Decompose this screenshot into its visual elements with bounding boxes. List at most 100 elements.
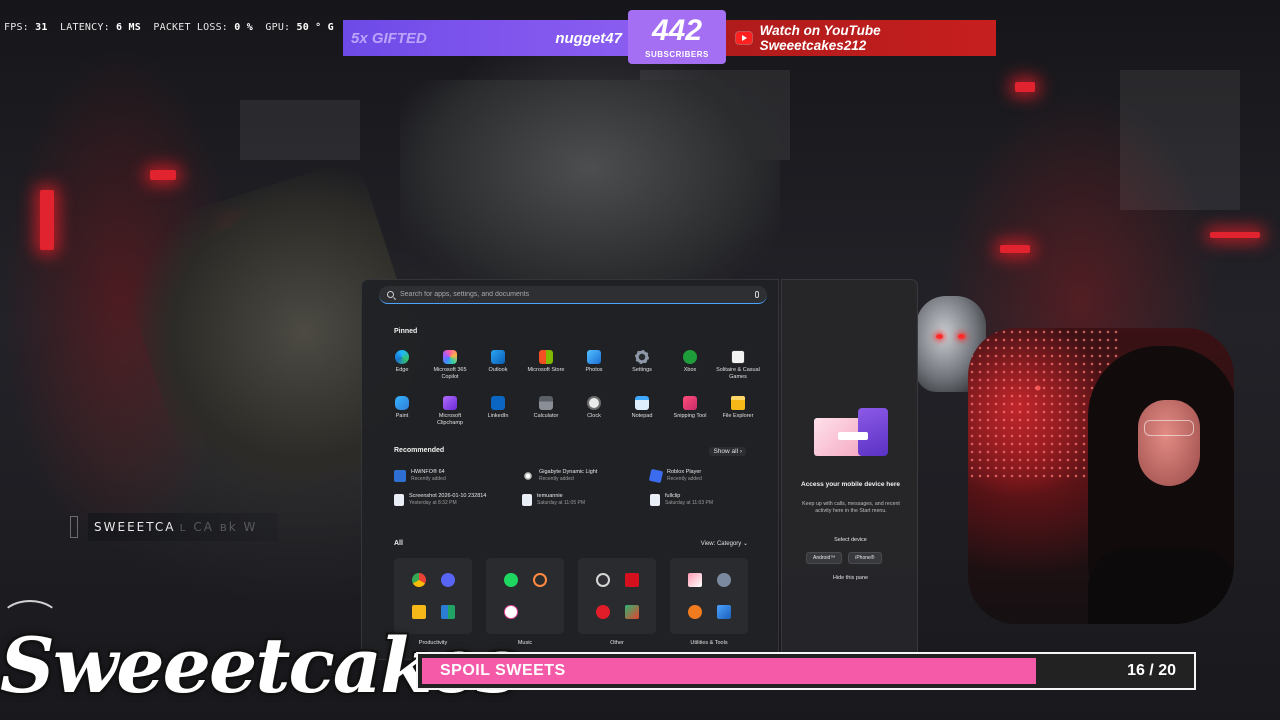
- red-wall-light: [1015, 82, 1035, 92]
- start-search-box[interactable]: [379, 286, 767, 304]
- notification-card-graphic: [838, 432, 868, 440]
- pinned-app-xbox[interactable]: Xbox: [666, 348, 714, 390]
- phone-pane-description: Keep up with calls, messages, and recent…: [802, 501, 900, 514]
- youtube-icon: [736, 32, 752, 44]
- recommended-item-name: Screenshot 2026-01-10 232814: [409, 493, 487, 499]
- gigabyte-light-icon: [522, 470, 534, 482]
- subscriber-count: 442: [651, 13, 703, 47]
- pinned-app-outlook[interactable]: Outlook: [474, 348, 522, 390]
- recommended-item[interactable]: Screenshot 2026-01-10 232814 Yesterday at…: [394, 492, 522, 508]
- search-input[interactable]: [400, 291, 749, 298]
- photos-icon: [587, 350, 601, 364]
- linkedin-icon: [491, 396, 505, 410]
- recommended-item-name: Roblox Player: [667, 469, 702, 475]
- category-box[interactable]: [670, 558, 748, 634]
- recommended-item-name: temuannie: [537, 493, 563, 499]
- red-wall-light: [1000, 245, 1030, 253]
- phone-link-pane: Access your mobile device here Keep up w…: [781, 279, 918, 660]
- store-icon: [539, 350, 553, 364]
- pinned-app-paint[interactable]: Paint: [378, 394, 426, 436]
- all-apps-title: All: [394, 540, 403, 547]
- pinned-app-solitaire[interactable]: Solitaire & Casual Games: [714, 348, 762, 390]
- gpu-label: GPU:: [265, 22, 291, 33]
- recommended-item[interactable]: Roblox Player Recently added: [648, 468, 760, 484]
- clipchamp-icon: [443, 396, 457, 410]
- roblox-red-icon: [595, 605, 610, 619]
- discord-icon: [440, 573, 455, 587]
- device-options: Android™ iPhone®: [806, 552, 882, 564]
- spoil-goal-bar: SPOIL SWEETS 16 / 20: [416, 652, 1196, 690]
- pinned-app-photos[interactable]: Photos: [570, 348, 618, 390]
- ceiling-panel: [240, 100, 360, 160]
- select-device-label: Select device: [834, 537, 867, 543]
- app-label: Settings: [632, 367, 652, 373]
- category-box[interactable]: [578, 558, 656, 634]
- iphone-button[interactable]: iPhone®: [848, 552, 882, 564]
- recommended-item-subtitle: Recently added: [667, 476, 702, 482]
- recommended-item[interactable]: Gigabyte Dynamic Light Recently added: [522, 468, 650, 484]
- app-label: Photos: [585, 367, 603, 373]
- app-label: Snipping Tool: [673, 413, 707, 419]
- notepad-icon: [635, 396, 649, 410]
- app-label: Clock: [587, 413, 601, 419]
- pinned-app-settings[interactable]: Settings: [618, 348, 666, 390]
- gear-tool-icon: [716, 573, 731, 587]
- hud-marker: [70, 516, 78, 538]
- packet-loss-value: 0 %: [234, 22, 253, 33]
- phone-pane-title: Access your mobile device here: [801, 481, 900, 488]
- outlook-icon: [491, 350, 505, 364]
- task-manager-icon: [687, 573, 702, 587]
- phone-link-illustration: [814, 408, 890, 460]
- red-wall-light: [40, 190, 54, 250]
- robot-eye: [958, 334, 965, 339]
- pinned-app-clipchamp[interactable]: Microsoft Clipchamp: [426, 394, 474, 436]
- app-label: Microsoft Store: [527, 367, 565, 373]
- category-label: Other: [610, 640, 624, 646]
- start-menu: Pinned Edge Microsoft 365 Copilot Outloo…: [361, 279, 779, 660]
- recommended-title: Recommended: [394, 447, 445, 454]
- file-explorer-icon: [731, 396, 745, 410]
- youtube-banner-text: Watch on YouTube Sweeetcakes212: [759, 23, 881, 53]
- recommended-header: Recommended Show all ›: [394, 447, 746, 456]
- obs-icon: [595, 573, 610, 587]
- app-label: Outlook: [488, 367, 508, 373]
- pinned-app-edge[interactable]: Edge: [378, 348, 426, 390]
- gifter-name: nugget47: [555, 29, 622, 47]
- media-player-icon: [532, 573, 547, 587]
- file-icon: [522, 494, 532, 506]
- pinned-app-store[interactable]: Microsoft Store: [522, 348, 570, 390]
- app-label: LinkedIn: [487, 413, 509, 419]
- player-name-ghost: ʟ CA ʙk W: [179, 520, 258, 534]
- pinned-app-clock[interactable]: Clock: [570, 394, 618, 436]
- goal-label: SPOIL SWEETS: [440, 662, 566, 679]
- subscriber-counter: 442 SUBSCRIBERS: [628, 10, 726, 64]
- android-button[interactable]: Android™: [806, 552, 843, 564]
- pinned-app-m365-copilot[interactable]: Microsoft 365 Copilot: [426, 348, 474, 390]
- pinned-app-calculator[interactable]: Calculator: [522, 394, 570, 436]
- pinned-app-snipping-tool[interactable]: Snipping Tool: [666, 394, 714, 436]
- pinned-app-notepad[interactable]: Notepad: [618, 394, 666, 436]
- hide-pane-link[interactable]: Hide this pane: [782, 575, 919, 581]
- gpu-value: 50 ° G: [296, 22, 334, 33]
- category-other[interactable]: Other: [578, 558, 656, 646]
- view-category-dropdown[interactable]: View: Category ⌄: [701, 540, 748, 547]
- search-icon: [387, 291, 394, 298]
- app-label: Paint: [395, 413, 409, 419]
- recommended-item-subtitle: Saturday at 11:03 PM: [665, 500, 713, 506]
- pinned-app-file-explorer[interactable]: File Explorer: [714, 394, 762, 436]
- show-all-button[interactable]: Show all ›: [709, 447, 746, 456]
- category-utilities[interactable]: Utilities & Tools: [670, 558, 748, 646]
- microphone-icon[interactable]: [755, 291, 759, 298]
- settings-icon: [635, 350, 649, 364]
- recommended-item[interactable]: fullclip Saturday at 11:03 PM: [650, 492, 760, 508]
- category-label: Music: [517, 640, 533, 646]
- performance-stats: FPS: 31 LATENCY: 6 MS PACKET LOSS: 0 % G…: [4, 22, 334, 33]
- recommended-item[interactable]: HWiNFO® 64 Recently added: [394, 468, 522, 484]
- all-apps-header: All View: Category ⌄: [394, 540, 748, 547]
- recommended-item[interactable]: temuannie Saturday at 11:05 PM: [522, 492, 650, 508]
- wall-panel: [1120, 70, 1240, 210]
- latency-value: 6 MS: [116, 22, 141, 33]
- youtube-banner: Watch on YouTube Sweeetcakes212: [726, 20, 996, 56]
- pinned-app-linkedin[interactable]: LinkedIn: [474, 394, 522, 436]
- robot-eye: [936, 334, 943, 339]
